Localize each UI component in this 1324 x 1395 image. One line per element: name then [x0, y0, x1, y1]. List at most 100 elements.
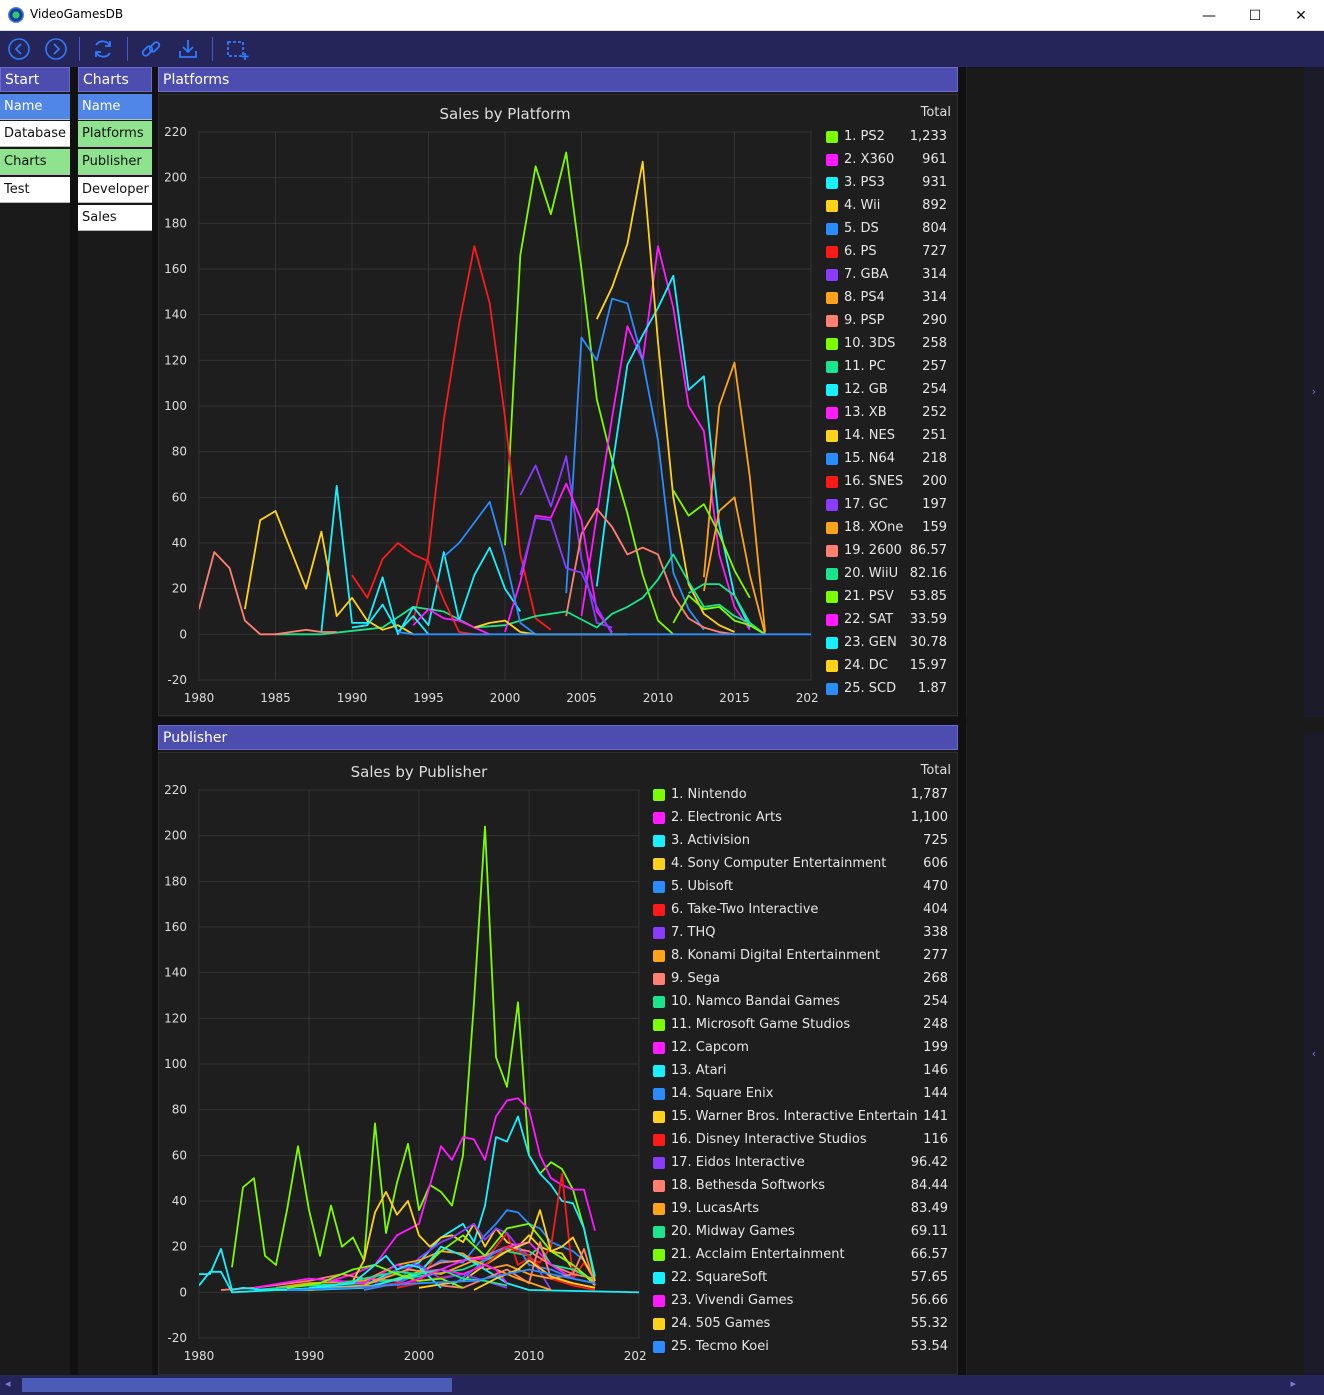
- start-item-test[interactable]: Test: [0, 177, 70, 203]
- charts-item-publisher[interactable]: Publisher: [78, 149, 152, 175]
- link-button[interactable]: [139, 37, 163, 61]
- legend-total-value: 84.44: [910, 1178, 948, 1193]
- legend-item[interactable]: 16. Disney Interactive Studios 116: [653, 1128, 955, 1151]
- scroll-left-arrow-icon[interactable]: ◂: [5, 1377, 11, 1390]
- legend-item[interactable]: 18. XOne 159: [826, 516, 954, 539]
- legend-item[interactable]: 11. Microsoft Game Studios 248: [653, 1013, 955, 1036]
- legend-item[interactable]: 11. PC 257: [826, 355, 954, 378]
- legend-item[interactable]: 13. XB 252: [826, 401, 954, 424]
- collapse-right-panel-button[interactable]: ‹: [1304, 732, 1324, 1375]
- forward-button[interactable]: [44, 37, 68, 61]
- legend-item[interactable]: 14. NES 251: [826, 424, 954, 447]
- legend-item[interactable]: 4. Sony Computer Entertainment 606: [653, 852, 955, 875]
- legend-item[interactable]: 4. Wii 892: [826, 194, 954, 217]
- back-button[interactable]: [7, 37, 31, 61]
- scrollbar-thumb[interactable]: [22, 1378, 452, 1392]
- legend-item[interactable]: 24. DC 15.97: [826, 654, 954, 677]
- legend-item[interactable]: 20. WiiU 82.16: [826, 562, 954, 585]
- legend-item[interactable]: 12. GB 254: [826, 378, 954, 401]
- legend-swatch: [653, 1226, 665, 1238]
- legend-item[interactable]: 25. SCD 1.87: [826, 677, 954, 700]
- legend-item[interactable]: 23. Vivendi Games 56.66: [653, 1289, 955, 1312]
- legend-item[interactable]: 7. THQ 338: [653, 921, 955, 944]
- legend-total-value: 86.57: [909, 543, 947, 558]
- legend-item[interactable]: 25. Tecmo Koei 53.54: [653, 1335, 955, 1358]
- horizontal-scrollbar[interactable]: ◂ ▸: [0, 1375, 1324, 1395]
- charts-column-header[interactable]: Name: [78, 94, 152, 120]
- legend-swatch: [653, 1134, 665, 1146]
- legend-item[interactable]: 13. Atari 146: [653, 1059, 955, 1082]
- legend-item[interactable]: 10. 3DS 258: [826, 332, 954, 355]
- maximize-button[interactable]: ☐: [1232, 0, 1278, 31]
- legend-item[interactable]: 16. SNES 200: [826, 470, 954, 493]
- legend-item[interactable]: 15. N64 218: [826, 447, 954, 470]
- legend-total-value: 338: [923, 925, 948, 940]
- select-area-button[interactable]: [225, 37, 249, 61]
- refresh-button[interactable]: [91, 37, 115, 61]
- legend-item[interactable]: 21. PSV 53.85: [826, 585, 954, 608]
- legend-item[interactable]: 15. Warner Bros. Interactive Entertainme…: [653, 1105, 955, 1128]
- y-tick-label: 160: [164, 920, 187, 934]
- y-tick-label: 20: [172, 582, 187, 596]
- minimize-button[interactable]: —: [1186, 0, 1232, 31]
- legend-item[interactable]: 19. 2600 86.57: [826, 539, 954, 562]
- charts-item-sales[interactable]: Sales: [78, 205, 152, 231]
- window-title: VideoGamesDB: [30, 7, 124, 21]
- pane-splitter[interactable]: [70, 67, 78, 1375]
- legend-item[interactable]: 6. Take-Two Interactive 404: [653, 898, 955, 921]
- legend-item[interactable]: 10. Namco Bandai Games 254: [653, 990, 955, 1013]
- x-tick-label: 2010: [643, 691, 674, 705]
- download-button[interactable]: [176, 37, 200, 61]
- platform-chart-card: Sales by Platform -20 0 20 40 60 80 100 120 140 1…: [158, 94, 958, 716]
- legend-item[interactable]: 8. Konami Digital Entertainment 277: [653, 944, 955, 967]
- legend-item[interactable]: 3. PS3 931: [826, 171, 954, 194]
- legend-item[interactable]: 24. 505 Games 55.32: [653, 1312, 955, 1335]
- publisher-chart-card: Sales by Publisher -20 0 20 40 60 80 100 120 140…: [158, 752, 958, 1375]
- legend-item[interactable]: 3. Activision 725: [653, 829, 955, 852]
- legend-item[interactable]: 1. Nintendo 1,787: [653, 783, 955, 806]
- legend-total-value: 404: [923, 902, 948, 917]
- legend-item[interactable]: 7. GBA 314: [826, 263, 954, 286]
- legend-item[interactable]: 19. LucasArts 83.49: [653, 1197, 955, 1220]
- legend-item[interactable]: 23. GEN 30.78: [826, 631, 954, 654]
- start-column-header[interactable]: Name: [0, 94, 70, 120]
- legend-swatch: [826, 591, 838, 603]
- legend-item[interactable]: 22. SquareSoft 57.65: [653, 1266, 955, 1289]
- legend-label: 1. PS2: [844, 129, 885, 144]
- legend-item[interactable]: 9. PSP 290: [826, 309, 954, 332]
- refresh-icon: [95, 40, 111, 58]
- legend-item[interactable]: 9. Sega 268: [653, 967, 955, 990]
- legend-item[interactable]: 2. X360 961: [826, 148, 954, 171]
- legend-item[interactable]: 6. PS 727: [826, 240, 954, 263]
- legend-item[interactable]: 21. Acclaim Entertainment 66.57: [653, 1243, 955, 1266]
- start-item-charts[interactable]: Charts: [0, 149, 70, 175]
- platform-legend: 1. PS2 1,233 2. X360 961 3. PS3 931 4. Wii 892 5…: [826, 125, 954, 705]
- x-tick-label: 1980: [184, 1349, 215, 1363]
- legend-item[interactable]: 22. SAT 33.59: [826, 608, 954, 631]
- charts-item-developer[interactable]: Developer: [78, 177, 152, 203]
- legend-item[interactable]: 17. Eidos Interactive 96.42: [653, 1151, 955, 1174]
- legend-item[interactable]: 8. PS4 314: [826, 286, 954, 309]
- platform-line-chart: -20 0 20 40 60 80 100 120 140 160 180 200 220 1980 198…: [164, 125, 819, 705]
- close-button[interactable]: ✕: [1278, 0, 1324, 31]
- expand-right-panel-button[interactable]: ›: [1304, 67, 1324, 717]
- legend-item[interactable]: 1. PS2 1,233: [826, 125, 954, 148]
- pane-splitter[interactable]: [958, 67, 966, 1375]
- legend-item[interactable]: 14. Square Enix 144: [653, 1082, 955, 1105]
- legend-item[interactable]: 2. Electronic Arts 1,100: [653, 806, 955, 829]
- legend-item[interactable]: 5. DS 804: [826, 217, 954, 240]
- legend-item[interactable]: 5. Ubisoft 470: [653, 875, 955, 898]
- download-icon: [179, 40, 197, 58]
- legend-swatch: [653, 1203, 665, 1215]
- charts-item-platforms[interactable]: Platforms: [78, 121, 152, 147]
- legend-item[interactable]: 12. Capcom 199: [653, 1036, 955, 1059]
- legend-item[interactable]: 20. Midway Games 69.11: [653, 1220, 955, 1243]
- x-tick-label: 2015: [719, 691, 750, 705]
- legend-swatch: [653, 1065, 665, 1077]
- legend-item[interactable]: 18. Bethesda Softworks 84.44: [653, 1174, 955, 1197]
- start-item-database[interactable]: Database: [0, 121, 70, 147]
- scroll-right-arrow-icon[interactable]: ▸: [1290, 1377, 1296, 1390]
- legend-item[interactable]: 17. GC 197: [826, 493, 954, 516]
- panel-splitter[interactable]: [158, 717, 958, 725]
- legend-label: 4. Sony Computer Entertainment: [671, 856, 887, 871]
